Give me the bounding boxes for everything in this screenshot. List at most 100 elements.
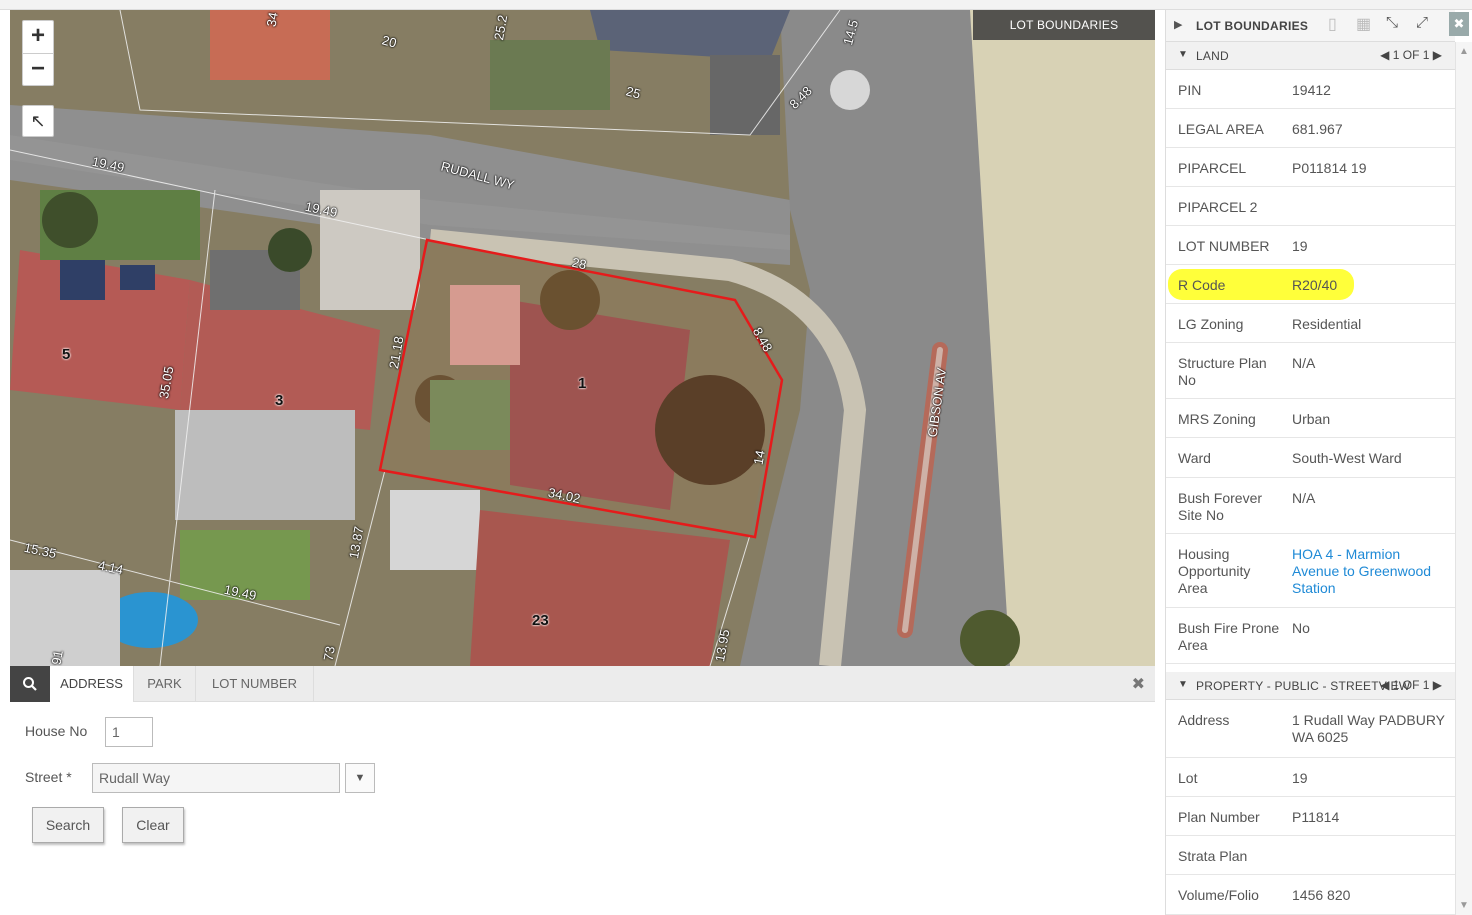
attribute-value: 19 [1292, 238, 1308, 254]
dimension-label: 14 [750, 449, 768, 466]
zoom-in-button[interactable]: + [23, 21, 53, 53]
search-button[interactable]: Search [32, 807, 104, 843]
search-tab-bar: ADDRESS PARK LOT NUMBER ✖ [10, 666, 1155, 702]
panel-scrollbar[interactable]: ▲ ▼ [1455, 42, 1472, 915]
attribute-value: Residential [1292, 316, 1362, 332]
attribute-row: PIPARCEL P011814 19 [1166, 148, 1455, 187]
attribute-row: Ward South-West Ward [1166, 438, 1455, 478]
map-layer-label: LOT BOUNDARIES [973, 10, 1155, 40]
attribute-row: PIPARCEL 2 [1166, 187, 1455, 226]
search-icon[interactable] [10, 666, 50, 702]
lot-number-label: 5 [62, 346, 71, 363]
attribute-row: Lot 19 [1166, 758, 1455, 797]
zoom-out-button[interactable]: − [23, 53, 53, 85]
search-form: House No 1 Street * Rudall Way ▼ Search … [10, 702, 1155, 912]
street-dropdown-button[interactable]: ▼ [345, 763, 375, 793]
attribute-row: LEGAL AREA 681.967 [1166, 109, 1455, 148]
caret-down-icon: ▼ [354, 772, 366, 784]
zoom-control: + − [22, 20, 54, 86]
attribute-key: PIN [1178, 82, 1202, 98]
attribute-value: P011814 19 [1292, 160, 1367, 176]
attribute-key: LEGAL AREA [1178, 121, 1264, 137]
tab-address[interactable]: ADDRESS [50, 666, 134, 702]
prev-icon[interactable]: ◀ [1380, 48, 1389, 62]
lot-number-label: 23 [532, 612, 549, 629]
identify-results-panel: ▶ LOT BOUNDARIES ▯ ▦ ⤡ ⤢ ▼ LAND ◀ 1 OF 1… [1165, 10, 1455, 915]
attribute-row: LOT NUMBER 19 [1166, 226, 1455, 265]
close-search-icon[interactable]: ✖ [1132, 674, 1145, 694]
attribute-row: Plan Number P11814 [1166, 797, 1455, 836]
aerial-map[interactable]: RUDALL WY GIBSON AV 1 3 5 23 20 25.2 34 … [10, 10, 1155, 666]
attribute-value: South-West Ward [1292, 450, 1402, 466]
attribute-value: Urban [1292, 411, 1331, 427]
tab-lot-number[interactable]: LOT NUMBER [196, 666, 314, 702]
attribute-key: LOT NUMBER [1178, 238, 1270, 254]
prev-icon[interactable]: ◀ [1380, 678, 1389, 692]
section-title: LAND [1196, 49, 1229, 63]
housing-area-link[interactable]: HOA 4 - Marmion Avenue to Greenwood Stat… [1292, 546, 1448, 597]
section-title: PROPERTY - PUBLIC - STREETVIEW [1196, 679, 1411, 693]
attribute-value: 19 [1292, 770, 1308, 786]
cursor-arrow-icon: ↖ [30, 111, 46, 131]
attribute-key: Address [1178, 712, 1230, 728]
land-section-header[interactable]: ▼ LAND ◀ 1 OF 1 ▶ [1166, 42, 1455, 70]
attribute-key: R Code [1178, 277, 1226, 293]
house-no-input[interactable]: 1 [105, 717, 153, 747]
caret-down-icon: ▼ [1178, 679, 1188, 690]
pager-text: 1 OF 1 [1392, 678, 1430, 692]
panel-title: LOT BOUNDARIES [1196, 19, 1309, 33]
dimension-label: 28 [570, 254, 588, 273]
attribute-row: LG Zoning Residential [1166, 304, 1455, 343]
attribute-row: Housing Opportunity Area HOA 4 - Marmion… [1166, 534, 1455, 608]
scroll-up-icon[interactable]: ▲ [1459, 46, 1469, 57]
document-icon[interactable]: ▯ [1328, 14, 1337, 34]
attribute-value: 1 Rudall Way PADBURY WA 6025 [1292, 712, 1445, 745]
attribute-row: Volume/Folio 1456 820 [1166, 875, 1455, 915]
property-section-header[interactable]: ▼ PROPERTY - PUBLIC - STREETVIEW ◀ 1 OF … [1166, 672, 1455, 700]
attribute-value: N/A [1292, 355, 1316, 371]
attribute-row: Bush Forever Site No N/A [1166, 478, 1455, 534]
attribute-value: P11814 [1292, 809, 1340, 825]
attribute-value: N/A [1292, 490, 1316, 506]
select-tool-button[interactable]: ↖ [22, 105, 54, 137]
attribute-key: Bush Forever Site No [1178, 490, 1263, 523]
attribute-key: Volume/Folio [1178, 887, 1259, 903]
attribute-value: 681.967 [1292, 121, 1343, 137]
attribute-value: 1456 820 [1292, 887, 1351, 903]
pager-text: 1 OF 1 [1392, 48, 1430, 62]
attribute-row: MRS Zoning Urban [1166, 399, 1455, 438]
dimension-label: 91 [48, 649, 66, 666]
attribute-row-highlighted: R Code R20/40 [1166, 265, 1455, 304]
attribute-key: Ward [1178, 450, 1211, 466]
caret-down-icon: ▼ [1178, 49, 1188, 60]
lot-number-label: 1 [578, 375, 587, 392]
close-icon: ✖ [1453, 16, 1465, 31]
scroll-down-icon[interactable]: ▼ [1459, 900, 1469, 911]
next-icon[interactable]: ▶ [1433, 678, 1442, 692]
attribute-row: PIN 19412 [1166, 70, 1455, 109]
street-input[interactable]: Rudall Way [92, 763, 340, 793]
attribute-key: MRS Zoning [1178, 411, 1256, 427]
street-label: Street * [25, 769, 72, 785]
panel-header: ▶ LOT BOUNDARIES ▯ ▦ ⤡ ⤢ [1166, 10, 1455, 42]
expand-all-icon[interactable]: ⤢ [1416, 14, 1428, 31]
attribute-key: Bush Fire Prone Area [1178, 620, 1280, 653]
attribute-key: Structure Plan No [1178, 355, 1267, 388]
pager[interactable]: ◀ 1 OF 1 ▶ [1380, 48, 1442, 62]
attribute-value: 19412 [1292, 82, 1331, 98]
attribute-row: Strata Plan [1166, 836, 1455, 875]
tab-park[interactable]: PARK [134, 666, 196, 702]
collapse-all-icon[interactable]: ⤡ [1386, 14, 1398, 31]
house-no-label: House No [25, 723, 88, 739]
attribute-value: No [1292, 620, 1310, 636]
expand-panel-icon[interactable]: ▶ [1174, 18, 1182, 31]
attribute-row: Address 1 Rudall Way PADBURY WA 6025 [1166, 700, 1455, 758]
close-panel-button[interactable]: ✖ [1449, 12, 1469, 36]
table-icon[interactable]: ▦ [1356, 14, 1371, 34]
attribute-value: R20/40 [1292, 277, 1338, 293]
dimension-label: 73 [320, 645, 338, 662]
pager[interactable]: ◀ 1 OF 1 ▶ [1380, 678, 1442, 692]
dimension-label: 34 [263, 11, 281, 28]
next-icon[interactable]: ▶ [1433, 48, 1442, 62]
clear-button[interactable]: Clear [122, 807, 184, 843]
